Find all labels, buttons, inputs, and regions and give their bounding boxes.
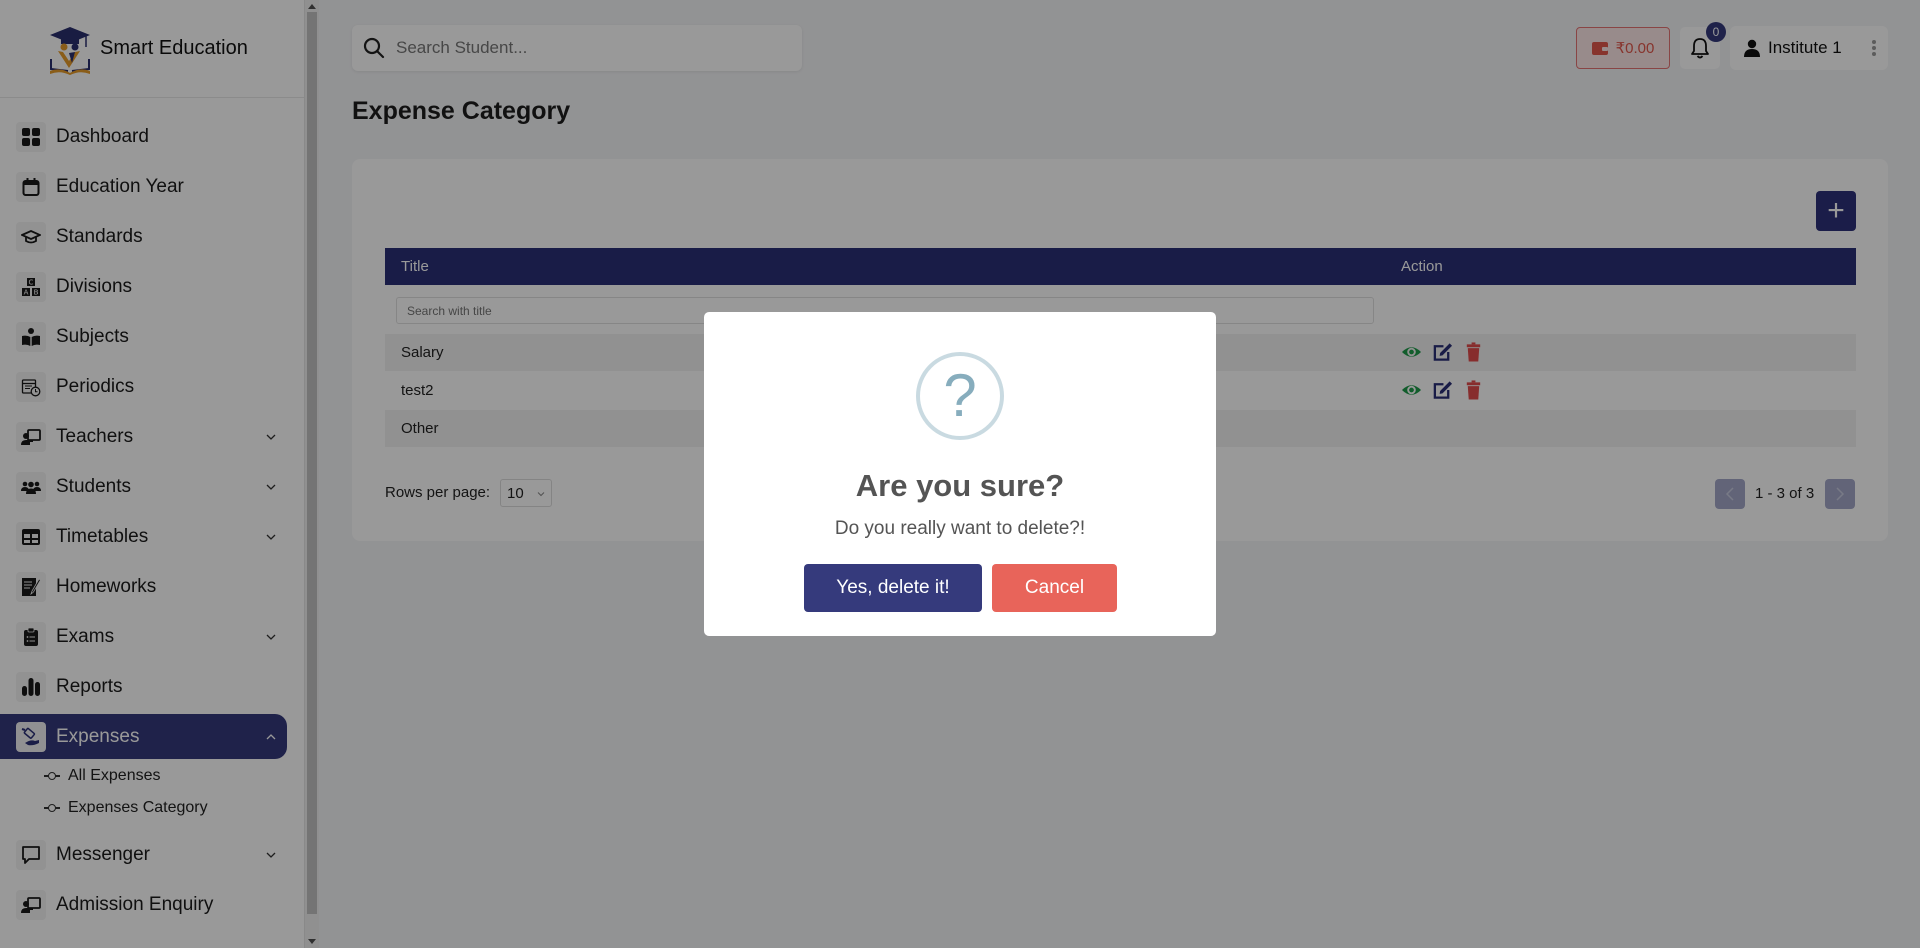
confirm-delete-dialog: ? Are you sure? Do you really want to de…: [704, 312, 1216, 636]
question-icon: ?: [916, 352, 1004, 440]
dialog-message: Do you really want to delete?!: [834, 518, 1086, 539]
cancel-button[interactable]: Cancel: [992, 564, 1117, 612]
confirm-delete-button[interactable]: Yes, delete it!: [804, 564, 982, 612]
dialog-title: Are you sure?: [855, 468, 1065, 503]
